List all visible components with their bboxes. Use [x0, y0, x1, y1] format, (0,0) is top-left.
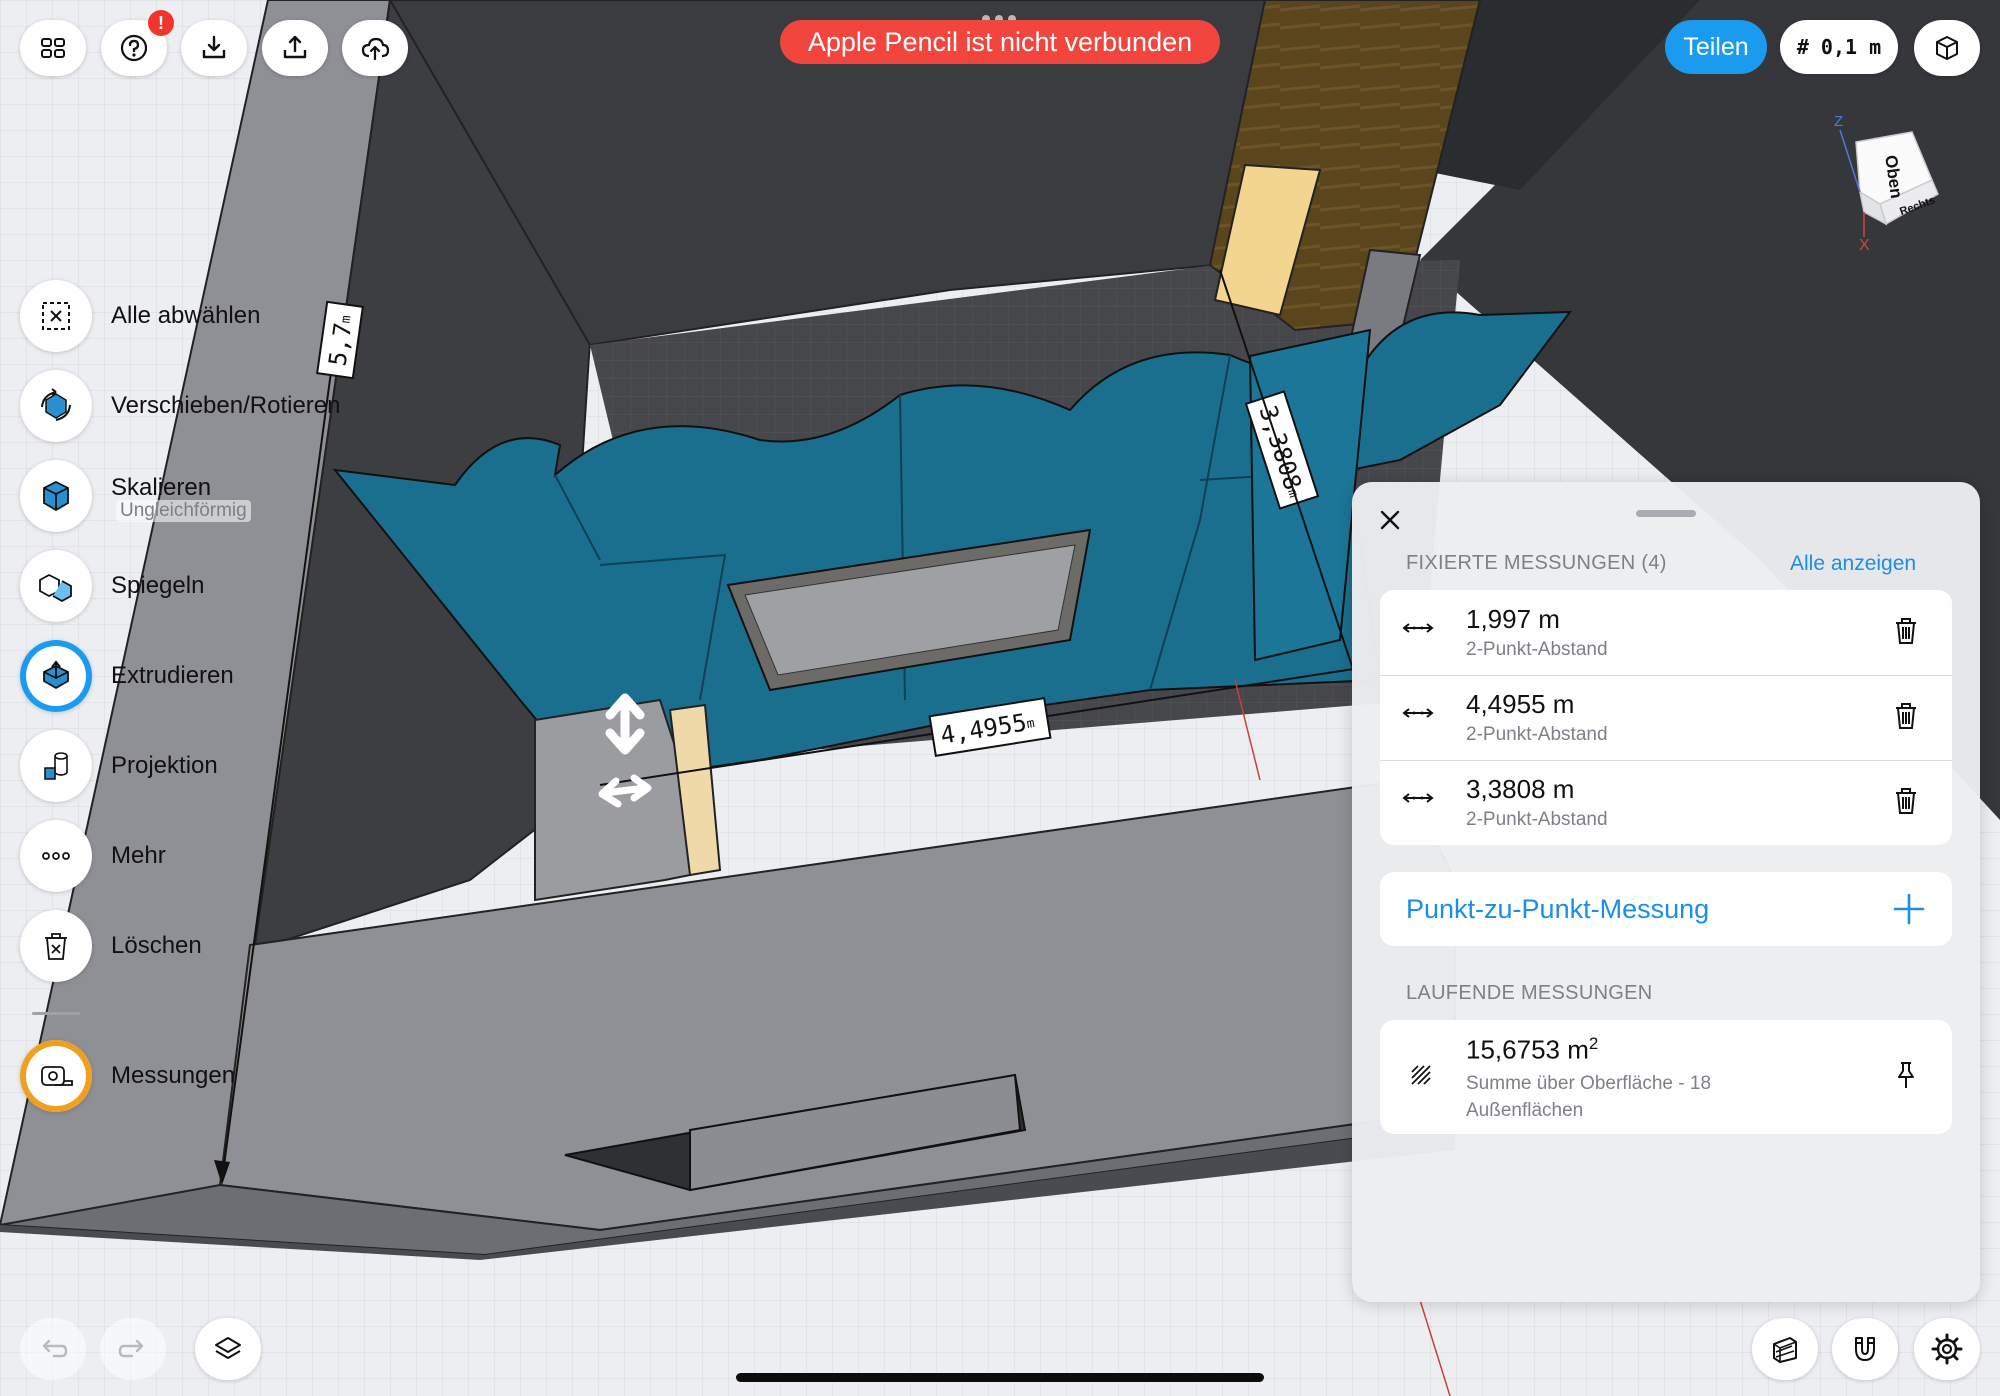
measurement-row[interactable]: 4,4955 m 2-Punkt-Abstand	[1380, 675, 1952, 760]
export-button[interactable]	[262, 20, 328, 76]
tool-label: Messungen	[111, 1062, 236, 1089]
plus-icon	[1893, 893, 1925, 925]
surface-hatch-icon	[1411, 1065, 1431, 1085]
projection-icon	[44, 752, 68, 780]
cloud-upload-button[interactable]	[342, 20, 408, 76]
redo-icon	[118, 1339, 144, 1358]
pin-icon[interactable]	[1892, 1060, 1920, 1090]
pinned-section-title: FIXIERTE MESSUNGEN (4)	[1406, 552, 1667, 574]
delete-icon	[45, 933, 67, 960]
deselect-icon	[42, 302, 70, 330]
running-value: 15,6753 m2	[1466, 1034, 1599, 1065]
running-measurement-row[interactable]: 15,6753 m2 Summe über Oberfläche - 18 Au…	[1380, 1020, 1952, 1134]
panel-drag-handle[interactable]	[1636, 510, 1696, 517]
pencil-status-banner: Apple Pencil ist nicht verbunden	[780, 20, 1220, 64]
tool-label: Projektion	[111, 752, 218, 779]
home-indicator	[736, 1373, 1264, 1382]
pinned-measurements-list: 1,997 m 2-Punkt-Abstand 4,4955 m 2-Punkt…	[1380, 590, 1952, 845]
grid-icon	[41, 38, 65, 58]
tape-measure-icon	[41, 1066, 73, 1086]
trash-icon[interactable]	[1892, 786, 1920, 816]
share-button[interactable]: Teilen	[1665, 20, 1767, 74]
measurement-type: 2-Punkt-Abstand	[1466, 639, 1608, 660]
download-tray-icon	[202, 35, 226, 59]
undo-button[interactable]	[20, 1318, 86, 1380]
measurement-type: 2-Punkt-Abstand	[1466, 724, 1608, 745]
settings-button[interactable]	[1914, 1318, 1980, 1380]
extrude-icon	[43, 660, 69, 690]
measurement-row[interactable]: 1,997 m 2-Punkt-Abstand	[1380, 590, 1952, 675]
distance-icon	[1402, 793, 1434, 803]
tool-label: Löschen	[111, 932, 202, 959]
distance-icon	[1402, 708, 1434, 718]
layers-button[interactable]	[195, 1318, 261, 1380]
mirror-icon	[39, 573, 72, 603]
axis-z-label: Z	[1834, 113, 1843, 130]
measurements-panel: FIXIERTE MESSUNGEN (4) Alle anzeigen 1,9…	[1352, 482, 1980, 1302]
cube-icon	[1936, 36, 1958, 60]
tool-label: Verschieben/Rotieren	[111, 392, 341, 419]
magnet-icon	[1855, 1337, 1875, 1361]
more-icon	[42, 852, 70, 860]
tool-label: Skalieren	[111, 474, 212, 501]
toolbar-divider	[32, 1012, 80, 1015]
tool-label: Mehr	[111, 842, 166, 869]
help-icon	[120, 34, 148, 62]
distance-icon	[1402, 623, 1434, 633]
layers-icon	[215, 1337, 241, 1359]
trash-icon[interactable]	[1892, 701, 1920, 731]
move-rotate-icon	[41, 388, 71, 421]
notification-badge: !	[148, 10, 174, 36]
view-mode-button[interactable]	[1914, 20, 1980, 76]
gear-icon	[1931, 1333, 1963, 1365]
tool-sublabel: Ungleichförmig	[116, 500, 251, 522]
grid-size-button[interactable]: # 0,1 m	[1780, 20, 1898, 74]
tool-label: Extrudieren	[111, 662, 234, 689]
import-button[interactable]	[181, 20, 247, 76]
redo-button[interactable]	[100, 1318, 166, 1380]
close-icon	[1380, 510, 1400, 530]
scale-icon	[43, 480, 69, 512]
point-to-point-label: Punkt-zu-Punkt-Messung	[1406, 894, 1710, 924]
tool-label: Spiegeln	[111, 572, 205, 599]
running-section-title: LAUFENDE MESSUNGEN	[1406, 982, 1653, 1004]
measurement-value: 1,997 m	[1466, 604, 1560, 634]
measurement-row[interactable]: 3,3808 m 2-Punkt-Abstand	[1380, 760, 1952, 845]
close-panel-button[interactable]	[1370, 500, 1410, 540]
view-cube[interactable]: Oben Rechts Z X	[1820, 112, 1950, 262]
undo-icon	[42, 1339, 68, 1358]
measurement-value: 4,4955 m	[1466, 689, 1575, 719]
snapping-button[interactable]	[1832, 1318, 1898, 1380]
materials-button[interactable]	[1752, 1318, 1818, 1380]
measurement-value: 3,3808 m	[1466, 774, 1575, 804]
cloud-upload-icon	[361, 37, 390, 61]
trash-icon[interactable]	[1892, 616, 1920, 646]
grid-view-button[interactable]	[20, 20, 86, 76]
running-description: Summe über Oberfläche - 18 Außenflächen	[1466, 1073, 1712, 1121]
upload-tray-icon	[283, 35, 307, 59]
axis-x-label: X	[1859, 237, 1870, 254]
point-to-point-button[interactable]: Punkt-zu-Punkt-Messung	[1380, 872, 1952, 946]
measurement-type: 2-Punkt-Abstand	[1466, 809, 1608, 830]
hatch-cube-icon	[1773, 1337, 1797, 1363]
show-all-link[interactable]: Alle anzeigen	[1790, 552, 1916, 576]
tool-label: Alle abwählen	[111, 302, 261, 329]
